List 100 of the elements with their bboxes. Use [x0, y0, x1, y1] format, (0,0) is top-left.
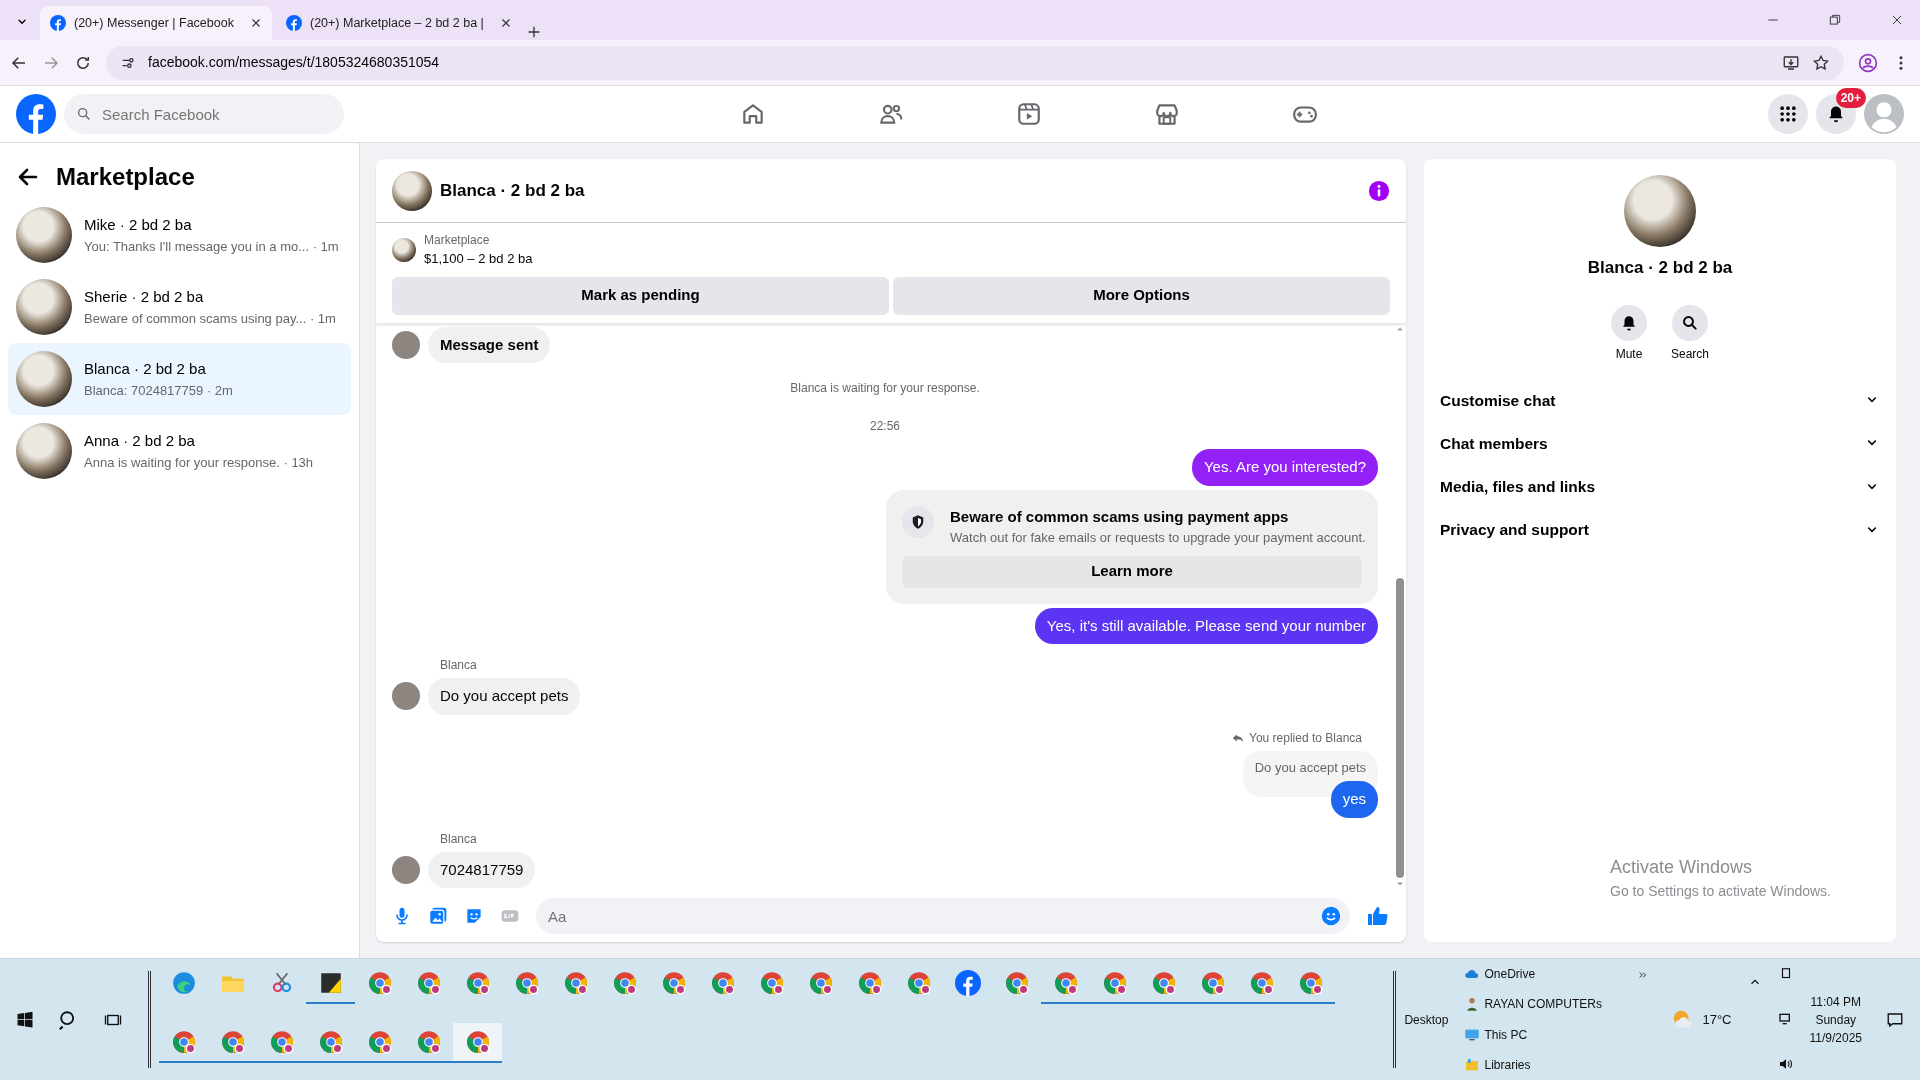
restore-icon[interactable] — [1828, 13, 1842, 27]
close-icon[interactable] — [499, 17, 512, 29]
toolbar-folder[interactable]: This PC — [1464, 1025, 1639, 1044]
emoji-icon[interactable] — [1320, 905, 1342, 927]
section-header[interactable]: Privacy and support — [1440, 508, 1880, 552]
browser-icon — [856, 970, 883, 996]
notification-icon[interactable] — [1886, 1011, 1904, 1030]
listing-source: Marketplace — [424, 232, 491, 249]
browser-icon — [513, 970, 540, 996]
video-icon — [1016, 101, 1042, 127]
toolbar-folder[interactable]: OneDrive — [1464, 965, 1639, 984]
facebook-icon — [954, 970, 981, 996]
photo-placeholder — [16, 351, 72, 407]
browser-icon — [709, 970, 736, 996]
learn-more-button[interactable]: Learn more — [902, 555, 1362, 588]
image-icon[interactable] — [428, 906, 448, 926]
browser-icon — [415, 1028, 442, 1055]
close-icon[interactable] — [250, 17, 262, 29]
message-bubble: yes — [1330, 781, 1378, 818]
browser-icon — [219, 1028, 246, 1055]
conversation-item[interactable]: Sherie · 2 bd 2 ba Beware of common scams using pay... · 1m — [8, 271, 351, 343]
browser-icon — [1248, 970, 1275, 996]
browser-icon — [317, 1028, 344, 1055]
profile-name: Blanca · 2 bd 2 ba — [1587, 257, 1733, 279]
photo-placeholder — [392, 237, 416, 262]
menu-button[interactable] — [1768, 94, 1808, 134]
section-header[interactable]: Customise chat — [1440, 378, 1880, 422]
avatar — [392, 682, 420, 711]
search-box[interactable]: Search Facebook — [64, 94, 344, 134]
conversation-item[interactable]: Blanca · 2 bd 2 ba Blanca: 7024817759 · 2m — [8, 343, 351, 415]
photo-placeholder — [16, 279, 72, 335]
toolbar-folder[interactable]: RAYAN COMPUTERs — [1464, 995, 1639, 1014]
message-bubble: Yes, it's still available. Please send your number — [1034, 607, 1378, 644]
action-label: Search — [1671, 345, 1709, 363]
sidebar-title: Marketplace — [56, 162, 195, 192]
activation-text: Go to Settings to activate Windows. — [1610, 882, 1832, 901]
browser-icon — [758, 970, 785, 996]
search-icon — [1681, 313, 1699, 332]
browser-icon — [562, 970, 589, 996]
browser-icon — [415, 970, 442, 996]
photo-placeholder — [16, 207, 72, 263]
address-bar[interactable]: facebook.com/messages/t/1805324680351054 — [106, 45, 1844, 80]
section-header[interactable]: Chat members — [1440, 421, 1880, 465]
browser-icon — [1150, 970, 1177, 996]
message-bubble: Do you accept pets — [428, 678, 581, 715]
bell-icon — [1620, 313, 1638, 332]
message-bubble: Message sent — [428, 326, 551, 363]
sender-name: Blanca — [440, 657, 477, 674]
close-icon[interactable] — [1890, 13, 1904, 27]
windows-start-icon[interactable] — [16, 1010, 34, 1029]
browser-icon — [611, 970, 638, 996]
reply-label: You replied to Blanca — [1231, 728, 1362, 747]
scrollbar-thumb[interactable] — [1396, 578, 1404, 878]
store-icon — [1154, 101, 1180, 127]
facebook-icon — [50, 15, 66, 31]
desktop-toolbar-label[interactable]: Desktop — [1404, 1010, 1449, 1029]
sticker-icon[interactable] — [464, 906, 484, 926]
action-button[interactable]: More Options — [893, 276, 1390, 315]
avatar — [392, 330, 420, 359]
conversation-item[interactable]: Mike · 2 bd 2 ba You: Thanks I'll message you in a mo... · 1m — [8, 199, 351, 271]
message-bubble: 7024817759 — [428, 851, 536, 888]
home-icon — [740, 101, 766, 127]
browser-tab[interactable]: (20+) Messenger | Facebook — [40, 6, 272, 40]
message-bubble: Yes. Are you interested? — [1191, 449, 1378, 486]
account-avatar-icon[interactable] — [1864, 94, 1904, 134]
browser-tab[interactable]: (20+) Marketplace – 2 bd 2 ba | — [276, 6, 522, 40]
browser-icon — [464, 970, 491, 996]
browser-icon — [268, 1028, 295, 1055]
section-header[interactable]: Media, files and links — [1440, 465, 1880, 509]
sender-name: Blanca — [440, 830, 477, 848]
notification-badge: 20+ — [1835, 88, 1866, 108]
browser-icon — [807, 970, 834, 996]
browser-icon — [170, 970, 197, 996]
facebook-logo-icon[interactable] — [16, 94, 56, 134]
browser-icon — [1052, 970, 1079, 996]
action-button[interactable]: Mark as pending — [392, 276, 889, 315]
thumbs-up-icon[interactable] — [1366, 904, 1390, 928]
browser-icon — [366, 970, 393, 996]
conversation-item[interactable]: Anna · 2 bd 2 ba Anna is waiting for your response. · 13h — [8, 415, 351, 487]
browser-icon — [366, 1028, 393, 1055]
browser-icon — [1199, 970, 1226, 996]
weather-widget[interactable]: 17°C — [1672, 1008, 1732, 1031]
star-icon[interactable] — [1812, 53, 1830, 72]
search-field[interactable]: Search Facebook — [100, 94, 320, 134]
bell-button[interactable] — [1611, 304, 1647, 341]
chat-title: Blanca · 2 bd 2 ba — [440, 179, 585, 202]
browser-icon — [464, 1028, 491, 1055]
profile-icon[interactable] — [1858, 52, 1878, 73]
clock[interactable]: 11:04 PM Sunday 11/9/2025 — [1809, 959, 1886, 1080]
browser-icon — [170, 1028, 197, 1055]
search-button[interactable] — [1672, 304, 1708, 341]
browser-icon — [905, 970, 932, 996]
listing-price: $1,100 – 2 bd 2 ba — [424, 250, 533, 268]
search-icon — [76, 106, 92, 122]
info-icon[interactable] — [1368, 179, 1390, 202]
double-chevron-icon[interactable] — [1638, 970, 1649, 981]
warning-title: Beware of common scams using payment apps — [950, 506, 1290, 527]
folder-icon — [1464, 1056, 1481, 1073]
toolbar-folder[interactable]: Libraries — [1464, 1055, 1639, 1074]
install-icon[interactable] — [1782, 53, 1800, 72]
